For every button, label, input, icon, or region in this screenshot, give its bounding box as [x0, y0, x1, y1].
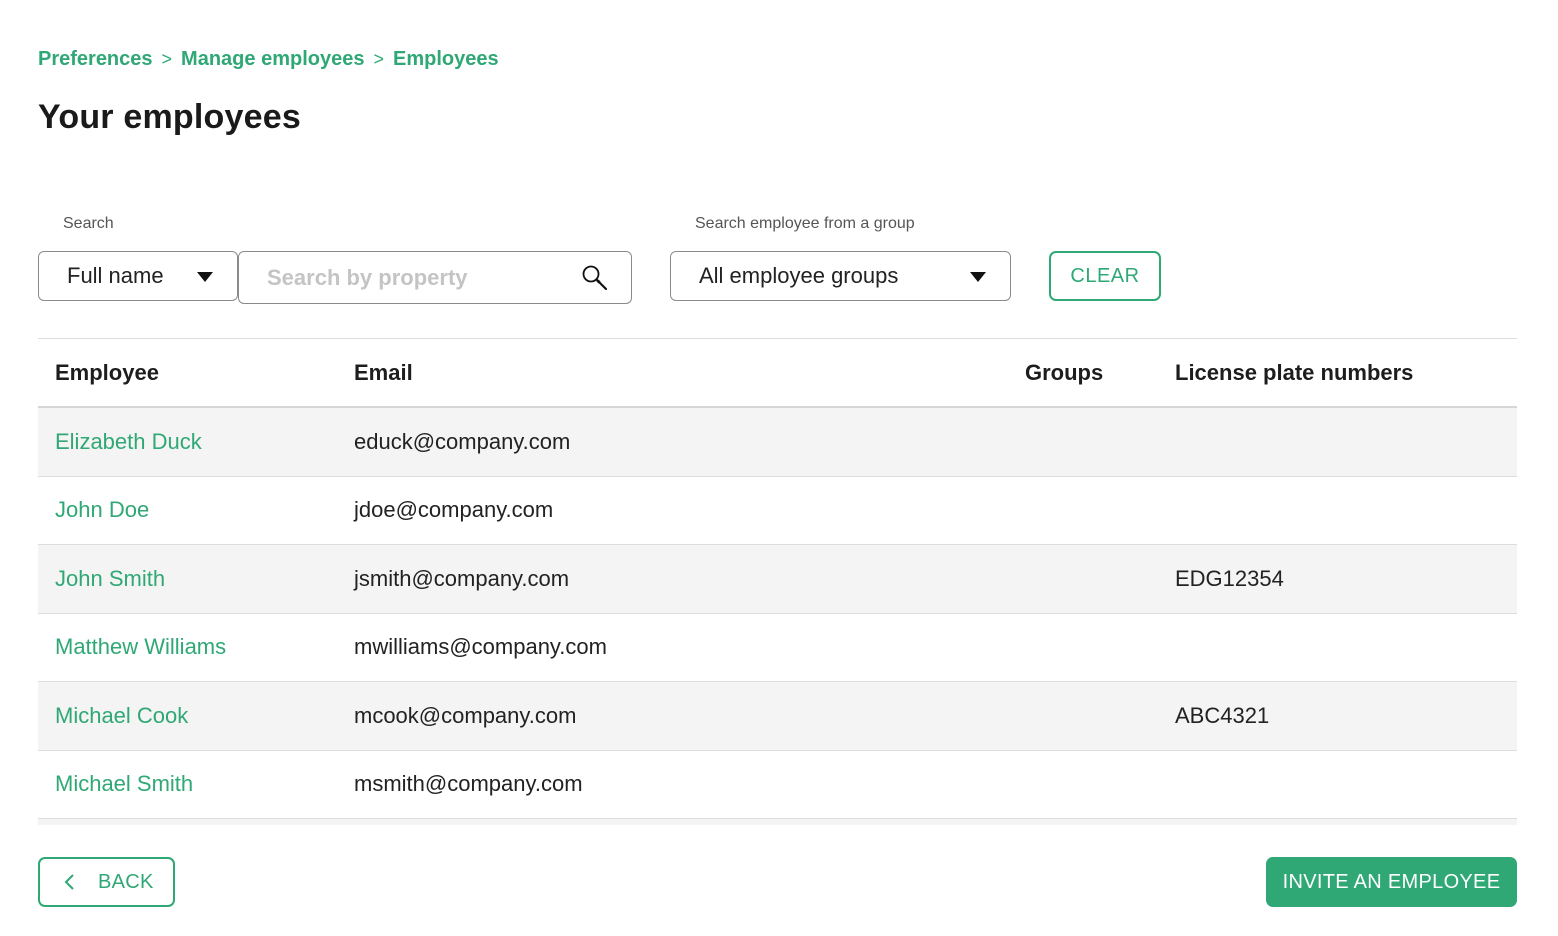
employee-email: jsmith@company.com	[354, 565, 570, 591]
breadcrumb: Preferences > Manage employees > Employe…	[38, 48, 499, 71]
search-property-select[interactable]: Full name	[38, 251, 238, 301]
employee-group-value: All employee groups	[699, 263, 899, 288]
employees-table: Employee Email Groups License plate numb…	[38, 338, 1517, 825]
search-input[interactable]	[239, 252, 569, 303]
employee-name-link[interactable]: John Doe	[55, 497, 149, 523]
employee-email: educk@company.com	[354, 428, 571, 454]
breadcrumb-separator: >	[161, 49, 173, 69]
employee-email: jdoe@company.com	[354, 497, 554, 523]
chevron-left-icon	[64, 874, 74, 890]
group-search-label: Search employee from a group	[695, 215, 915, 232]
table-row[interactable]: John Doe jdoe@company.com	[38, 477, 1517, 545]
employee-group-select[interactable]: All employee groups	[670, 251, 1011, 301]
invite-employee-button[interactable]: INVITE AN EMPLOYEE	[1266, 857, 1517, 907]
column-header-employee[interactable]: Employee	[55, 360, 159, 386]
clear-button[interactable]: CLEAR	[1049, 251, 1161, 301]
table-row[interactable]: Matthew Williams mwilliams@company.com	[38, 614, 1517, 682]
breadcrumb-employees[interactable]: Employees	[393, 48, 499, 71]
table-scroll-edge	[38, 819, 1517, 825]
employee-name-link[interactable]: Michael Smith	[55, 771, 193, 797]
search-property-value: Full name	[67, 263, 164, 288]
column-header-license-plates[interactable]: License plate numbers	[1175, 360, 1413, 386]
search-field	[238, 251, 632, 304]
search-icon[interactable]	[581, 264, 609, 292]
employee-name-link[interactable]: Michael Cook	[55, 703, 188, 729]
employee-name-link[interactable]: Matthew Williams	[55, 634, 226, 660]
employee-email: msmith@company.com	[354, 771, 583, 797]
breadcrumb-preferences[interactable]: Preferences	[38, 48, 153, 71]
back-button[interactable]: BACK	[38, 857, 175, 907]
employee-name-link[interactable]: John Smith	[55, 566, 165, 592]
employee-email: mcook@company.com	[354, 702, 577, 728]
search-label: Search	[63, 215, 114, 232]
breadcrumb-separator: >	[373, 49, 384, 69]
table-row[interactable]: Elizabeth Duck educk@company.com	[38, 408, 1517, 477]
employee-license-plate: ABC4321	[1175, 702, 1270, 728]
table-row[interactable]: Michael Cook mcook@company.com ABC4321	[38, 682, 1517, 751]
employee-license-plate: EDG12354	[1175, 565, 1284, 591]
column-header-email[interactable]: Email	[354, 360, 413, 386]
caret-down-icon	[197, 272, 213, 282]
caret-down-icon	[970, 272, 986, 282]
breadcrumb-manage-employees[interactable]: Manage employees	[181, 48, 364, 71]
table-row[interactable]: Michael Smith msmith@company.com	[38, 751, 1517, 819]
column-header-groups[interactable]: Groups	[1025, 360, 1103, 386]
employee-name-link[interactable]: Elizabeth Duck	[55, 429, 202, 455]
employee-email: mwilliams@company.com	[354, 634, 607, 660]
back-button-label: BACK	[98, 871, 154, 893]
page-title: Your employees	[38, 98, 301, 136]
table-row[interactable]: John Smith jsmith@company.com EDG12354	[38, 545, 1517, 614]
table-header: Employee Email Groups License plate numb…	[38, 339, 1517, 408]
